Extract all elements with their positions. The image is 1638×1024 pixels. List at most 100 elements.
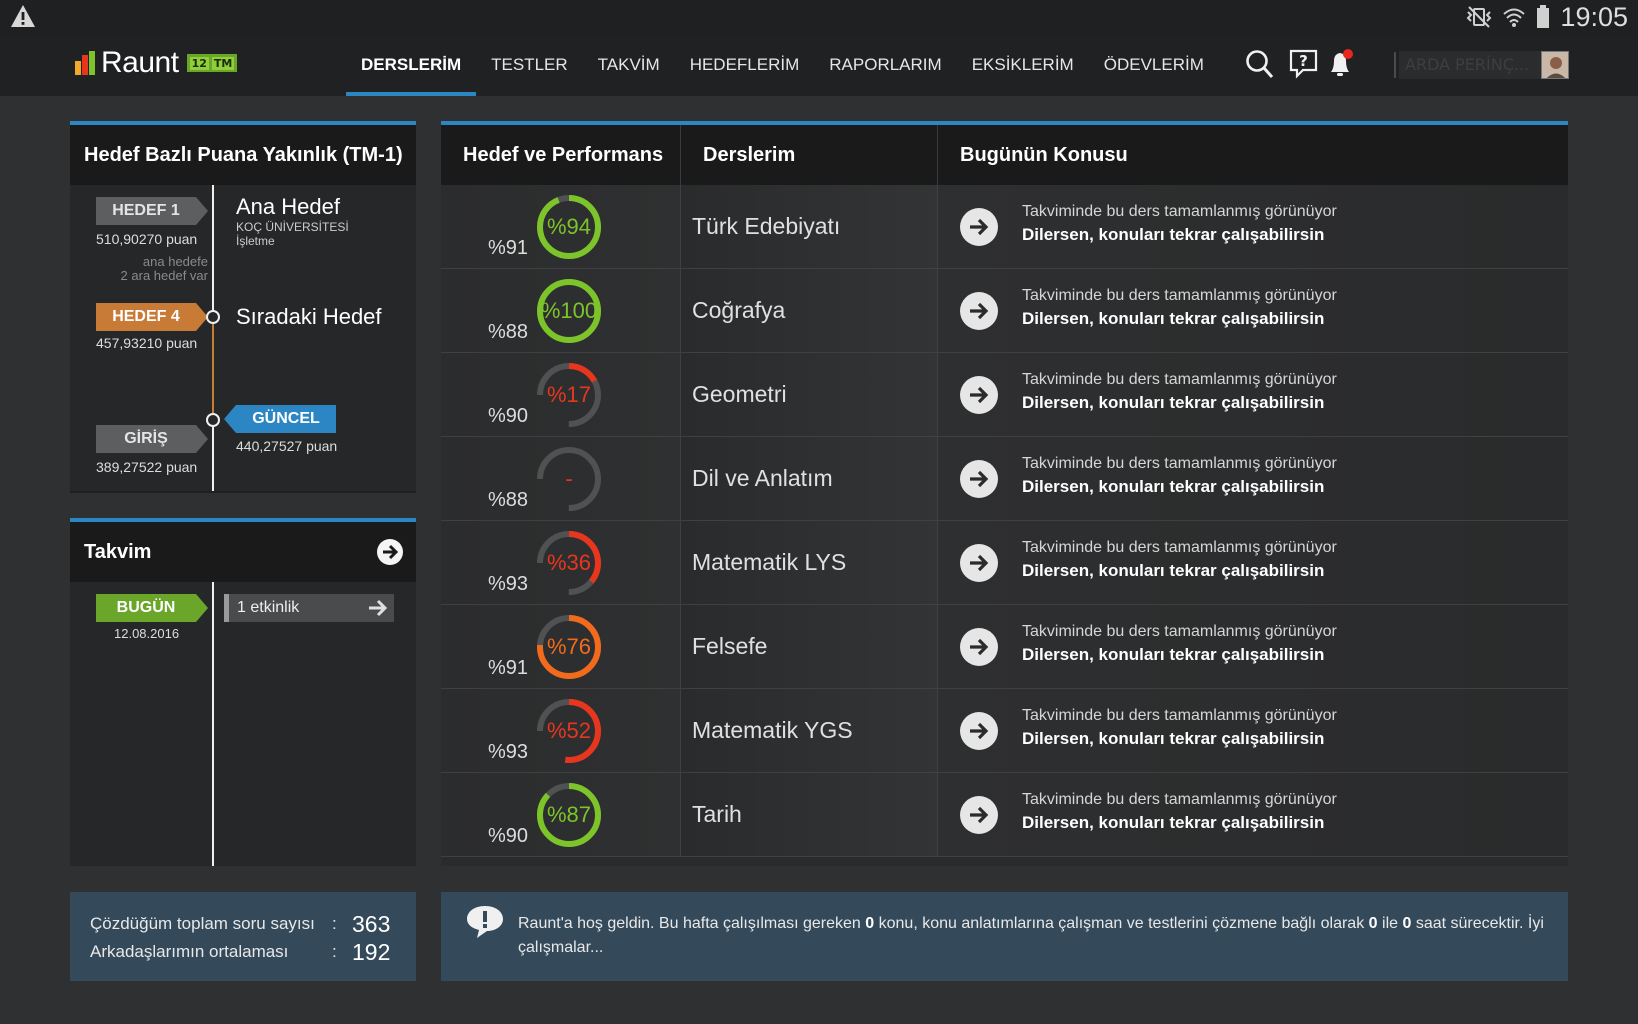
logo-bars-icon: [75, 51, 95, 75]
entry-points: 389,27522 puan: [96, 459, 198, 475]
performance-cell: %88 %100: [441, 269, 681, 352]
target-percent: %90: [488, 825, 529, 847]
lesson-row[interactable]: %90 %17 Geometri Takviminde bu ders tamamla…: [441, 353, 1568, 437]
user-avatar[interactable]: [1541, 51, 1569, 79]
lesson-row[interactable]: %91 %94 Türk Edebiyatı Takviminde bu ders t…: [441, 185, 1568, 269]
topic-go-button[interactable]: [960, 208, 998, 246]
topic-suggestion: Dilersen, konuları tekrar çalışabilirsin: [1022, 393, 1325, 412]
help-chat-icon[interactable]: ?: [1289, 48, 1319, 80]
arrow-right-icon: [970, 806, 989, 824]
search-icon[interactable]: [1245, 48, 1275, 80]
stat-colon: :: [332, 914, 337, 933]
lesson-row[interactable]: %93 %36 Matematik LYS Takviminde bu ders ta…: [441, 521, 1568, 605]
nav-testler[interactable]: TESTLER: [476, 34, 583, 96]
lesson-row[interactable]: %90 %87 Tarih Takviminde bu ders tamamlanmı…: [441, 773, 1568, 857]
today-tag: BUGÜN: [96, 594, 196, 622]
target-percent: %91: [488, 657, 529, 679]
goal-4-tag: HEDEF 4: [96, 303, 196, 331]
topic-go-button[interactable]: [960, 628, 998, 666]
tag-arrow: [196, 197, 208, 225]
logo-badge: 12 TM: [186, 54, 238, 72]
nav-derslerim[interactable]: DERSLERİM: [346, 34, 477, 96]
welcome-text: Raunt'a hoş geldin. Bu hafta çalışılması…: [518, 912, 1548, 960]
vibrate-off-icon: [1467, 6, 1492, 28]
lesson-row[interactable]: %88- Dil ve Anlatım Takviminde bu ders tam…: [441, 437, 1568, 521]
calendar-timeline-line: [212, 582, 214, 866]
topic-go-button[interactable]: [960, 796, 998, 834]
lesson-row[interactable]: %93 %52 Matematik YGS Takviminde bu ders ta…: [441, 689, 1568, 773]
next-goal-label: Sıradaki Hedef: [236, 304, 382, 329]
today-topic-cell: Takviminde bu ders tamamlanmış görünüyor…: [938, 185, 1568, 268]
topic-status: Takviminde bu ders tamamlanmış görünüyor: [1022, 539, 1337, 556]
welcome-topics-count: 0: [865, 915, 875, 932]
calendar-panel: Takvim BUGÜN 12.08.2016 1 etkinlik: [70, 518, 416, 866]
lesson-name[interactable]: Türk Edebiyatı: [681, 185, 938, 268]
lesson-name[interactable]: Dil ve Anlatım: [681, 437, 938, 520]
target-percent: %93: [488, 741, 529, 763]
topic-go-button[interactable]: [960, 712, 998, 750]
topic-go-button[interactable]: [960, 544, 998, 582]
welcome-hours-min: 0: [1368, 915, 1378, 932]
today-topic-cell: Takviminde bu ders tamamlanmış görünüyor…: [938, 269, 1568, 352]
topic-go-button[interactable]: [960, 376, 998, 414]
target-percent: %88: [488, 321, 529, 343]
next-goal-dot: [206, 310, 220, 324]
clock: 19:05: [1560, 1, 1628, 32]
performance-percent: %94: [546, 214, 592, 239]
lesson-row[interactable]: %88 %100 Coğrafya Takviminde bu ders tamaml…: [441, 269, 1568, 353]
nav-hedeflerim[interactable]: HEDEFLERİM: [675, 34, 815, 96]
arrow-right-icon: [970, 638, 989, 656]
current-dot: [206, 413, 220, 427]
performance-percent: %76: [546, 634, 592, 659]
avatar-person-icon: [1542, 52, 1568, 78]
nav-takvim[interactable]: TAKVİM: [583, 34, 675, 96]
timeline-line-lower: [212, 419, 214, 491]
col-header-performance: Hedef ve Performans: [441, 125, 681, 185]
notification-bell-icon[interactable]: [1326, 48, 1356, 80]
lesson-name[interactable]: Matematik LYS: [681, 521, 938, 604]
lesson-row[interactable]: %91 %76 Felsefe Takviminde bu ders tamamlan…: [441, 605, 1568, 689]
entry-tag: GİRİŞ: [96, 425, 196, 453]
tag-arrow: [224, 405, 236, 433]
topic-status: Takviminde bu ders tamamlanmış görünüyor: [1022, 203, 1337, 220]
main-goal-label: Ana Hedef: [236, 194, 340, 219]
topic-go-button[interactable]: [960, 292, 998, 330]
welcome-message-panel: Raunt'a hoş geldin. Bu hafta çalışılması…: [441, 892, 1568, 981]
calendar-open-arrow-icon[interactable]: [376, 538, 404, 566]
lesson-name[interactable]: Felsefe: [681, 605, 938, 688]
topic-suggestion: Dilersen, konuları tekrar çalışabilirsin: [1022, 729, 1325, 748]
calendar-title: Takvim: [84, 540, 152, 563]
friends-stat-row: Arkadaşlarımın ortalaması : 192: [90, 938, 396, 966]
header-separator: [1394, 52, 1396, 78]
lesson-name[interactable]: Matematik YGS: [681, 689, 938, 772]
main-goal-department: İşletme: [236, 234, 275, 248]
nav-odevlerim[interactable]: ÖDEVLERİM: [1089, 34, 1219, 96]
lessons-panel: Hedef ve Performans Derslerim Bugünün Ko…: [441, 121, 1568, 866]
welcome-part2: konu, konu anlatımlarına çalışman ve tes…: [874, 915, 1369, 932]
col-header-lessons: Derslerim: [681, 125, 938, 185]
performance-percent: %100: [540, 298, 598, 323]
target-percent: %88: [488, 489, 529, 511]
calendar-body: BUGÜN 12.08.2016 1 etkinlik: [70, 582, 416, 866]
welcome-part3: ile: [1377, 915, 1403, 932]
topic-go-button[interactable]: [960, 460, 998, 498]
main-nav: DERSLERİM TESTLER TAKVİM HEDEFLERİM RAPO…: [346, 34, 1219, 96]
alert-speech-icon: [467, 906, 503, 938]
topic-suggestion: Dilersen, konuları tekrar çalışabilirsin: [1022, 477, 1325, 496]
nav-raporlarim[interactable]: RAPORLARIM: [814, 34, 956, 96]
welcome-part1: Raunt'a hoş geldin. Bu hafta çalışılması…: [518, 915, 866, 932]
lesson-name[interactable]: Tarih: [681, 773, 938, 856]
user-name[interactable]: ARDA PERİNÇ...: [1399, 51, 1541, 79]
event-item[interactable]: 1 etkinlik: [224, 594, 394, 622]
lesson-name[interactable]: Geometri: [681, 353, 938, 436]
friends-value: 192: [352, 938, 391, 965]
nav-eksiklerim[interactable]: EKSİKLERİM: [957, 34, 1089, 96]
topic-suggestion: Dilersen, konuları tekrar çalışabilirsin: [1022, 309, 1325, 328]
performance-cell: %88 -: [441, 437, 681, 520]
arrow-right-icon: [970, 386, 989, 404]
performance-percent: -: [565, 466, 573, 491]
performance-cell: %93 %52: [441, 689, 681, 772]
arrow-right-icon: [970, 554, 989, 572]
lesson-name[interactable]: Coğrafya: [681, 269, 938, 352]
app-logo[interactable]: Raunt 12 TM: [75, 46, 238, 80]
